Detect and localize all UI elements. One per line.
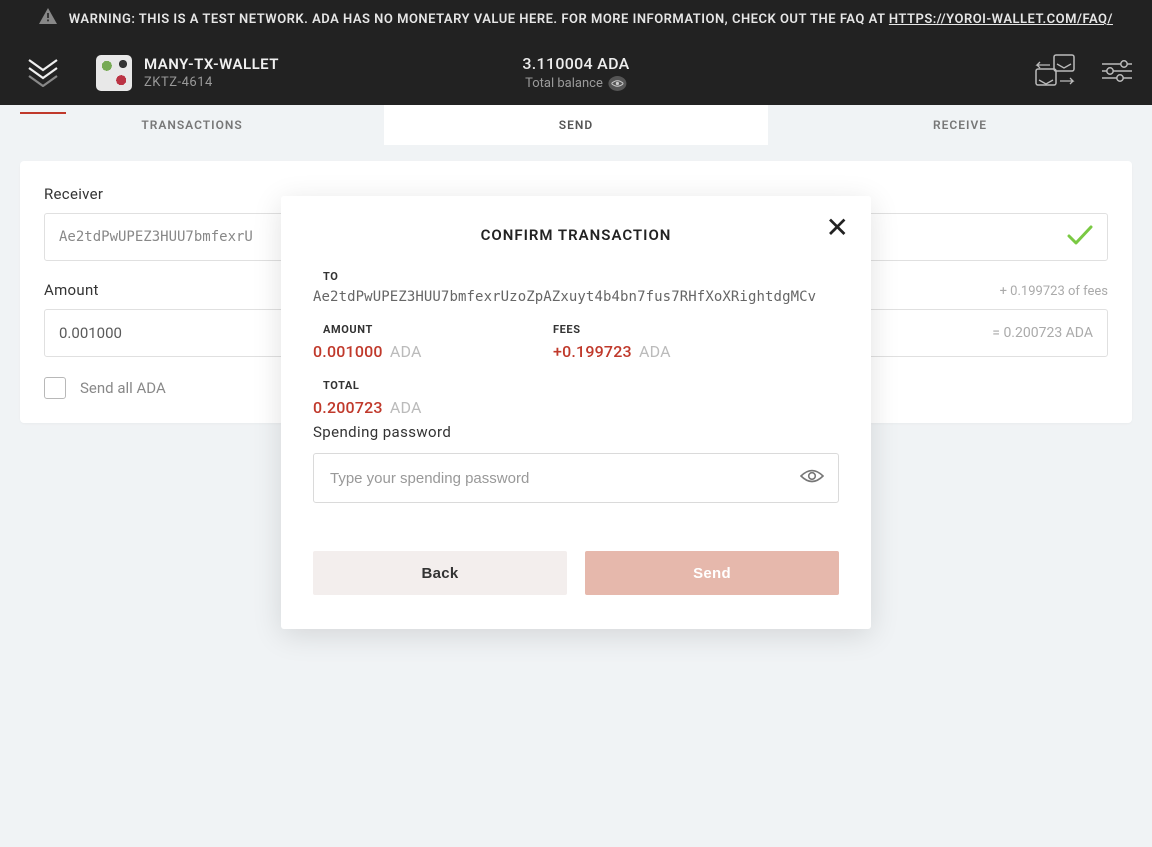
modal-title: CONFIRM TRANSACTION [313,226,839,244]
modal-total-num: 0.200723 [313,398,383,417]
modal-fees-label: FEES [553,323,753,336]
spending-password-field[interactable] [313,453,839,503]
spending-password-label: Spending password [313,423,839,441]
password-visibility-icon[interactable] [800,467,824,489]
modal-to-label: TO [323,270,839,283]
modal-to-value: Ae2tdPwUPEZ3HUU7bmfexrUzoZpAZxuyt4b4bn7f… [313,289,839,305]
modal-fees-num: +0.199723 [553,342,632,361]
modal-total-cur: ADA [390,398,422,417]
send-button[interactable]: Send [585,551,839,595]
modal-overlay: ✕ CONFIRM TRANSACTION TO Ae2tdPwUPEZ3HUU… [0,0,1152,847]
back-button[interactable]: Back [313,551,567,595]
modal-amount-num: 0.001000 [313,342,383,361]
close-icon[interactable]: ✕ [826,214,849,242]
modal-amount-cur: ADA [390,342,422,361]
spending-password-input[interactable] [330,470,788,487]
confirm-transaction-modal: ✕ CONFIRM TRANSACTION TO Ae2tdPwUPEZ3HUU… [281,196,871,629]
modal-total-label: TOTAL [323,379,839,392]
modal-fees-cur: ADA [639,342,671,361]
modal-amount-label: AMOUNT [323,323,513,336]
